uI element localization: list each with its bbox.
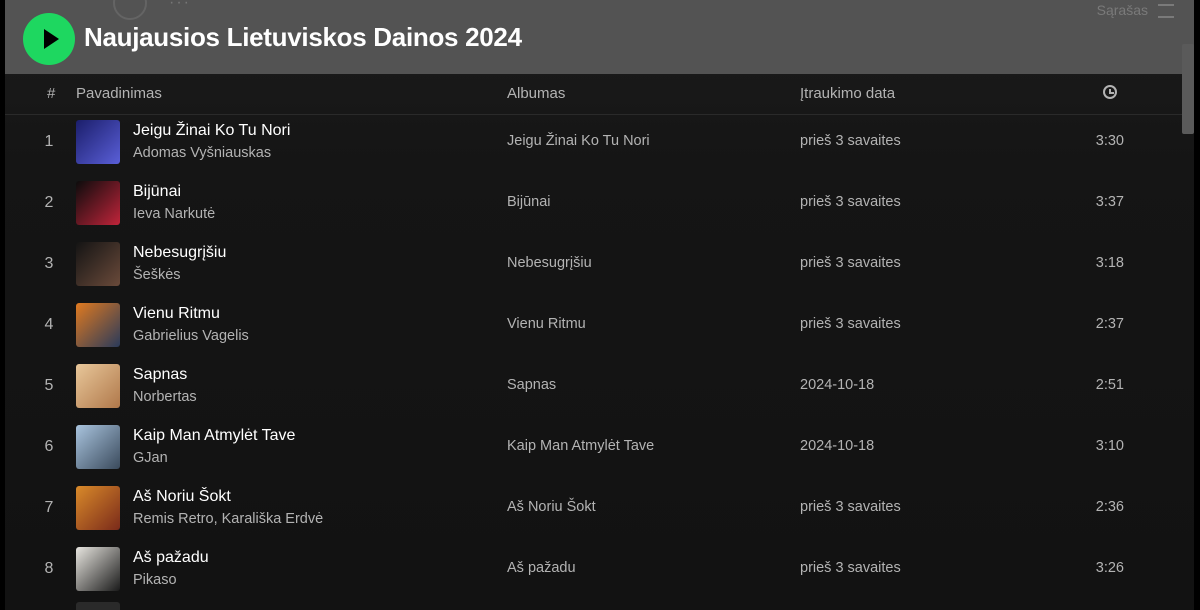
- list-view-label[interactable]: Sąrašas: [1097, 2, 1148, 18]
- track-number: 1: [44, 133, 54, 150]
- column-number: #: [47, 85, 56, 102]
- track-album[interactable]: Nebesugrįšiu: [507, 255, 592, 271]
- album-cover: [76, 364, 120, 408]
- track-album[interactable]: Kaip Man Atmylėt Tave: [507, 438, 654, 454]
- track-title[interactable]: Nebesugrįšiu: [133, 244, 226, 262]
- track-title[interactable]: Aš Noriu Šokt: [133, 488, 231, 506]
- track-number: 3: [44, 255, 54, 272]
- play-button[interactable]: [23, 13, 75, 65]
- track-artist[interactable]: Šeškės: [133, 267, 181, 283]
- add-to-library-icon[interactable]: [113, 0, 147, 20]
- clock-icon[interactable]: [1103, 85, 1117, 99]
- track-number: 5: [44, 377, 54, 394]
- scrollbar-thumb[interactable]: [1182, 44, 1194, 134]
- album-cover-partial: [76, 602, 120, 610]
- track-number: 4: [44, 316, 54, 333]
- track-number: 6: [44, 438, 54, 455]
- track-album[interactable]: Aš pažadu: [507, 560, 576, 576]
- track-date-added: 2024-10-18: [800, 377, 875, 393]
- column-date-added[interactable]: Įtraukimo data: [800, 85, 895, 102]
- track-artist[interactable]: Remis Retro, Karališka Erdvė: [133, 511, 323, 527]
- track-duration: 3:10: [1095, 438, 1124, 454]
- track-album[interactable]: Jeigu Žinai Ko Tu Nori: [507, 133, 650, 149]
- album-cover: [76, 425, 120, 469]
- track-row[interactable]: 5 Sapnas Norbertas Sapnas 2024-10-18 2:5…: [5, 359, 1194, 420]
- track-date-added: prieš 3 savaites: [800, 499, 901, 515]
- playlist-title: Naujausios Lietuviskos Dainos 2024: [84, 22, 522, 52]
- album-cover: [76, 120, 120, 164]
- track-title[interactable]: Bijūnai: [133, 183, 181, 201]
- tracklist: 1 Jeigu Žinai Ko Tu Nori Adomas Vyšniaus…: [5, 115, 1194, 603]
- track-title[interactable]: Vienu Ritmu: [133, 305, 220, 323]
- track-album[interactable]: Bijūnai: [507, 194, 551, 210]
- album-cover: [76, 242, 120, 286]
- track-artist[interactable]: Pikaso: [133, 572, 177, 588]
- track-duration: 2:51: [1095, 377, 1124, 393]
- track-number: 2: [44, 194, 54, 211]
- sticky-playlist-header: ··· Sąrašas Naujausios Lietuviskos Daino…: [5, 0, 1194, 74]
- track-row[interactable]: 2 Bijūnai Ieva Narkutė Bijūnai prieš 3 s…: [5, 176, 1194, 237]
- track-row[interactable]: 3 Nebesugrįšiu Šeškės Nebesugrįšiu prieš…: [5, 237, 1194, 298]
- album-cover: [76, 547, 120, 591]
- track-date-added: prieš 3 savaites: [800, 133, 901, 149]
- track-title[interactable]: Aš pažadu: [133, 549, 209, 567]
- track-artist[interactable]: Gabrielius Vagelis: [133, 328, 249, 344]
- track-artist[interactable]: Ieva Narkutė: [133, 206, 215, 222]
- playlist-view: ··· Sąrašas Naujausios Lietuviskos Daino…: [5, 0, 1194, 610]
- track-date-added: prieš 3 savaites: [800, 194, 901, 210]
- track-artist[interactable]: Norbertas: [133, 389, 197, 405]
- column-album[interactable]: Albumas: [507, 85, 565, 102]
- track-row[interactable]: 1 Jeigu Žinai Ko Tu Nori Adomas Vyšniaus…: [5, 115, 1194, 176]
- track-album[interactable]: Sapnas: [507, 377, 556, 393]
- track-row[interactable]: 8 Aš pažadu Pikaso Aš pažadu prieš 3 sav…: [5, 542, 1194, 603]
- track-title[interactable]: Kaip Man Atmylėt Tave: [133, 427, 295, 445]
- track-duration: 3:37: [1095, 194, 1124, 210]
- play-icon: [44, 29, 59, 49]
- column-title[interactable]: Pavadinimas: [76, 85, 162, 102]
- window-frame-right: [1194, 0, 1200, 610]
- more-options-icon[interactable]: ···: [169, 0, 191, 12]
- album-cover: [76, 303, 120, 347]
- track-title[interactable]: Jeigu Žinai Ko Tu Nori: [133, 122, 290, 140]
- tracklist-header: # Pavadinimas Albumas Įtraukimo data: [5, 74, 1194, 115]
- track-album[interactable]: Vienu Ritmu: [507, 316, 586, 332]
- track-number: 7: [44, 499, 54, 516]
- track-album[interactable]: Aš Noriu Šokt: [507, 499, 596, 515]
- list-view-icon[interactable]: [1158, 4, 1174, 18]
- track-artist[interactable]: Adomas Vyšniauskas: [133, 145, 271, 161]
- track-number: 8: [44, 560, 54, 577]
- track-row[interactable]: 4 Vienu Ritmu Gabrielius Vagelis Vienu R…: [5, 298, 1194, 359]
- track-date-added: prieš 3 savaites: [800, 316, 901, 332]
- track-row[interactable]: 7 Aš Noriu Šokt Remis Retro, Karališka E…: [5, 481, 1194, 542]
- track-date-added: prieš 3 savaites: [800, 255, 901, 271]
- track-date-added: 2024-10-18: [800, 438, 875, 454]
- track-duration: 2:37: [1095, 316, 1124, 332]
- track-duration: 3:18: [1095, 255, 1124, 271]
- track-artist[interactable]: GJan: [133, 450, 168, 466]
- album-cover: [76, 486, 120, 530]
- track-date-added: prieš 3 savaites: [800, 560, 901, 576]
- track-duration: 3:30: [1095, 133, 1124, 149]
- track-row[interactable]: 6 Kaip Man Atmylėt Tave GJan Kaip Man At…: [5, 420, 1194, 481]
- album-cover: [76, 181, 120, 225]
- track-duration: 3:26: [1095, 560, 1124, 576]
- track-duration: 2:36: [1095, 499, 1124, 515]
- track-title[interactable]: Sapnas: [133, 366, 187, 384]
